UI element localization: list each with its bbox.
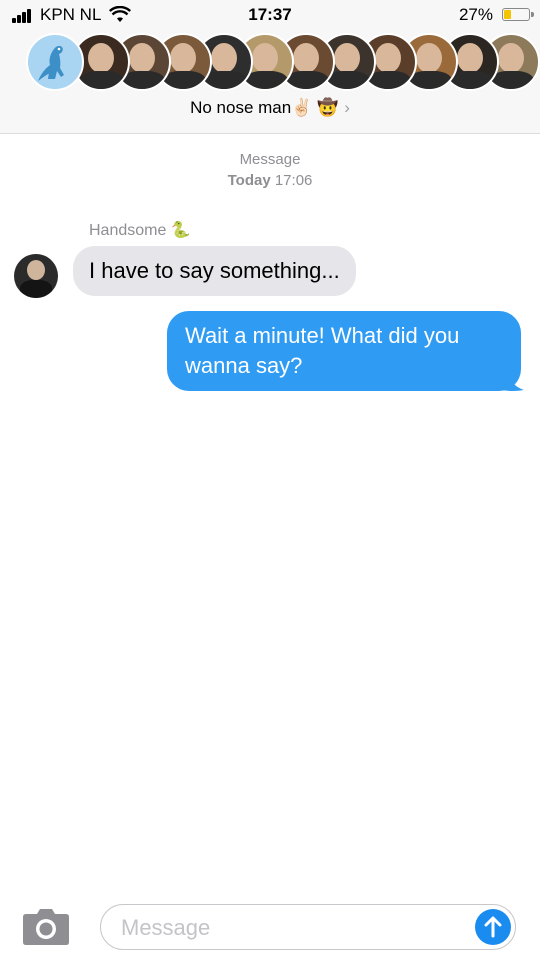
message-input[interactable] [119,913,463,943]
timestamp: Today 17:06 [0,172,540,189]
contact-avatar[interactable] [14,254,58,298]
battery-percentage: 27% [458,5,493,24]
chat-header[interactable]: No nose man✌🏻 🤠 › [0,30,540,134]
arrow-up-icon [484,916,502,938]
dinosaur-icon [38,45,64,81]
battery-icon [502,8,534,21]
chevron-right-icon[interactable]: › [344,98,350,117]
chat-title[interactable]: No nose man✌🏻 🤠 › [0,98,540,118]
chat-title-text[interactable]: No nose man✌🏻 🤠 [190,98,338,117]
message-input-box[interactable] [100,904,516,950]
service-label: Message [239,151,301,168]
send-button[interactable] [475,909,511,945]
participant-avatars[interactable] [26,33,540,93]
bubble-tail [500,376,524,391]
timestamp-time: 17:06 [274,172,313,189]
status-bar: KPN NL 17:37 27% [0,0,540,30]
timestamp-day: Today [227,172,271,189]
camera-icon[interactable] [22,908,70,946]
incoming-message[interactable]: I have to say something... [73,246,356,296]
sender-name: Handsome 🐍 [89,222,191,239]
outgoing-message[interactable]: Wait a minute! What did you wanna say? [167,311,521,391]
group-avatar[interactable] [26,33,84,91]
